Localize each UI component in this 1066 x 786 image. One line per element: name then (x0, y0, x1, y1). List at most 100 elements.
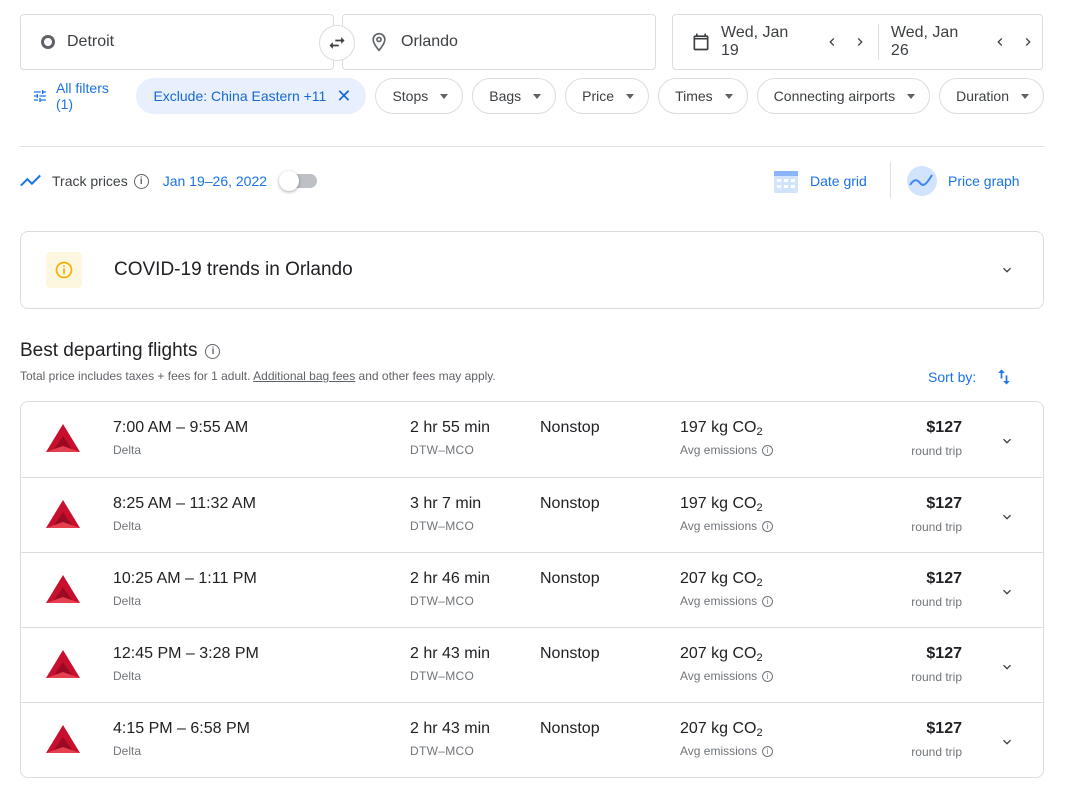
info-icon[interactable]: i (205, 343, 221, 359)
chevron-down-icon[interactable] (999, 584, 1015, 605)
sort-button[interactable]: Sort by: (928, 366, 1014, 388)
duration-label: Duration (956, 88, 1009, 104)
section-title: Best departing flights i (20, 340, 221, 362)
track-date-range: Jan 19–26, 2022 (162, 173, 268, 189)
stops-chip[interactable]: Stops (375, 78, 464, 114)
divider (890, 162, 891, 198)
flight-times: 4:15 PM – 6:58 PM (113, 720, 250, 737)
flight-route: DTW–MCO (410, 443, 475, 457)
return-next-button[interactable] (1014, 34, 1042, 50)
info-icon[interactable]: i (762, 444, 774, 456)
co2-value: 207 kg CO2 (680, 720, 763, 739)
co2-subscript: 2 (756, 727, 763, 739)
all-filters-button[interactable]: All filters (1) (20, 80, 127, 112)
chevron-down-icon[interactable] (999, 509, 1015, 530)
date-grid-button[interactable]: Date grid (772, 164, 867, 198)
delta-logo-icon (45, 723, 81, 760)
co2-value: 197 kg CO2 (680, 495, 763, 514)
price-chip[interactable]: Price (565, 78, 650, 114)
delta-logo-icon (45, 648, 81, 685)
track-prices: Track prices i Jan 19–26, 2022 (20, 168, 318, 194)
flight-price: $127 (926, 570, 962, 587)
depart-date[interactable]: Wed, Jan 19 (673, 15, 874, 69)
flight-price: $127 (926, 645, 962, 662)
co2-value: 207 kg CO2 (680, 570, 763, 589)
subtitle-text-end: and other fees may apply. (355, 369, 496, 383)
trip-type: round trip (911, 745, 962, 759)
emissions-text: Avg emissions (680, 519, 758, 533)
origin-field[interactable]: Detroit (20, 14, 334, 70)
chevron-left-icon (829, 38, 835, 46)
co2-subscript: 2 (756, 502, 763, 514)
flight-stops: Nonstop (540, 419, 600, 436)
delta-logo-icon (45, 422, 81, 459)
price-graph-button[interactable]: Price graph (906, 164, 1020, 198)
chevron-left-icon (997, 38, 1003, 46)
flight-row[interactable]: 4:15 PM – 6:58 PM Delta 2 hr 43 min DTW–… (21, 702, 1043, 777)
depart-prev-button[interactable] (818, 34, 846, 50)
co2-amount: 207 kg CO (680, 720, 757, 737)
bags-label: Bags (489, 88, 522, 104)
date-range-field[interactable]: Wed, Jan 19 Wed, Jan 26 (672, 14, 1043, 70)
info-icon[interactable]: i (762, 595, 774, 607)
chevron-right-icon (1025, 38, 1031, 46)
flight-row[interactable]: 10:25 AM – 1:11 PM Delta 2 hr 46 min DTW… (21, 552, 1043, 627)
origin-input[interactable]: Detroit (67, 33, 114, 51)
depart-next-button[interactable] (846, 34, 874, 50)
date-grid-label: Date grid (810, 173, 867, 189)
all-filters-label: All filters (1) (55, 80, 109, 112)
return-prev-button[interactable] (986, 34, 1014, 50)
destination-field[interactable]: Orlando (342, 14, 656, 70)
emissions-label: Avg emissions i (680, 443, 774, 457)
flight-price: $127 (926, 495, 962, 512)
warning-info-icon (46, 252, 82, 288)
flight-times: 7:00 AM – 9:55 AM (113, 419, 249, 436)
co2-value: 197 kg CO2 (680, 419, 763, 438)
chevron-right-icon (857, 38, 863, 46)
destination-input[interactable]: Orlando (401, 33, 458, 51)
filter-bar: All filters (1) Exclude: China Eastern +… (20, 78, 1044, 114)
connecting-airports-label: Connecting airports (773, 88, 896, 104)
sort-arrows-icon (998, 369, 1011, 385)
info-icon[interactable]: i (133, 173, 149, 189)
airline-name: Delta (113, 594, 142, 608)
divider (20, 146, 1044, 147)
flight-row[interactable]: 7:00 AM – 9:55 AM Delta 2 hr 55 min DTW–… (21, 402, 1043, 477)
tune-icon (33, 90, 46, 102)
flight-stops: Nonstop (540, 570, 600, 587)
chevron-down-icon[interactable] (999, 262, 1015, 283)
times-label: Times (675, 88, 713, 104)
caret-down-icon (907, 93, 916, 99)
flight-times: 8:25 AM – 11:32 AM (113, 495, 256, 512)
info-icon[interactable]: i (762, 520, 774, 532)
chevron-down-icon[interactable] (999, 433, 1015, 454)
flight-row[interactable]: 8:25 AM – 11:32 AM Delta 3 hr 7 min DTW–… (21, 477, 1043, 552)
calendar-icon (691, 32, 711, 52)
info-icon[interactable]: i (762, 670, 774, 682)
bags-chip[interactable]: Bags (472, 78, 557, 114)
covid-title: COVID-19 trends in Orlando (114, 259, 353, 280)
covid-trends-card[interactable]: COVID-19 trends in Orlando (20, 231, 1044, 309)
connecting-airports-chip[interactable]: Connecting airports (756, 78, 931, 114)
flight-row[interactable]: 12:45 PM – 3:28 PM Delta 2 hr 43 min DTW… (21, 627, 1043, 702)
co2-amount: 207 kg CO (680, 570, 757, 587)
times-chip[interactable]: Times (658, 78, 748, 114)
caret-down-icon (440, 93, 449, 99)
swap-button[interactable] (319, 25, 355, 61)
price-label: Price (582, 88, 615, 104)
exclude-airlines-chip[interactable]: Exclude: China Eastern +11 ✕ (136, 78, 367, 114)
chevron-down-icon[interactable] (999, 734, 1015, 755)
track-prices-toggle[interactable] (279, 171, 318, 191)
flight-route: DTW–MCO (410, 744, 475, 758)
bag-fees-link[interactable]: Additional bag fees (253, 369, 355, 383)
flight-route: DTW–MCO (410, 519, 475, 533)
emissions-label: Avg emissions i (680, 519, 774, 533)
close-icon[interactable]: ✕ (336, 87, 351, 105)
chevron-down-icon[interactable] (999, 659, 1015, 680)
info-icon[interactable]: i (762, 745, 774, 757)
return-date[interactable]: Wed, Jan 26 (891, 15, 1042, 69)
airline-name: Delta (113, 519, 142, 533)
duration-chip[interactable]: Duration (939, 78, 1044, 114)
calendar-grid-icon (774, 171, 798, 193)
co2-amount: 207 kg CO (680, 645, 757, 662)
